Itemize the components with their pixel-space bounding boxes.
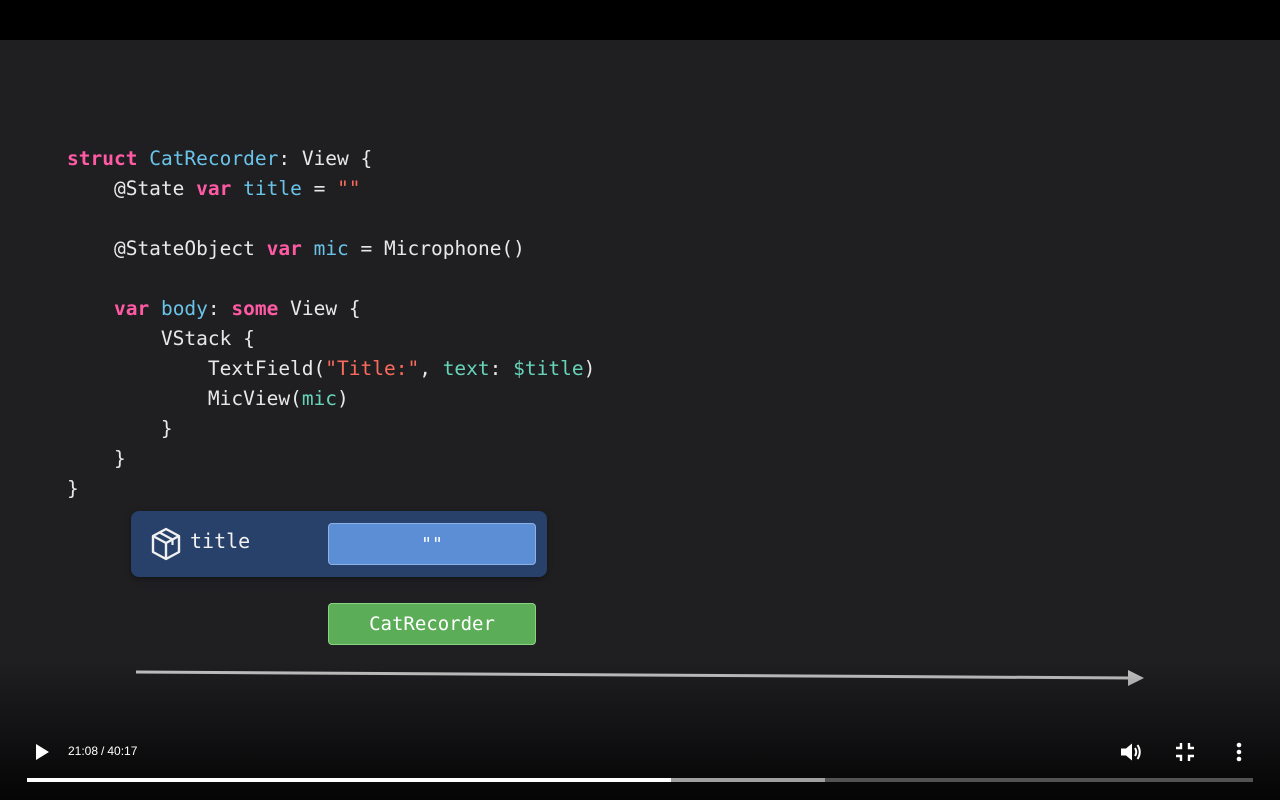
code-token: ""	[337, 177, 361, 200]
current-time: 21:08	[68, 744, 99, 758]
code-token: @StateObject	[67, 237, 267, 260]
code-token: var	[196, 177, 232, 200]
code-line: MicView(mic)	[67, 384, 595, 414]
more-vert-icon	[1236, 742, 1242, 762]
play-button[interactable]	[28, 738, 56, 766]
code-token: )	[337, 387, 349, 410]
code-line: var body: some View {	[67, 294, 595, 324]
code-line: }	[67, 474, 595, 504]
code-token: @State	[67, 177, 197, 200]
state-value-box: ""	[328, 523, 536, 565]
code-token: VStack {	[67, 327, 255, 350]
code-token: )	[583, 357, 596, 380]
progress-bar[interactable]	[27, 778, 1253, 782]
code-token: MicView(	[67, 387, 302, 410]
code-token: body	[160, 297, 208, 320]
duration: 40:17	[107, 744, 138, 758]
volume-button[interactable]	[1118, 739, 1144, 765]
code-token: =	[301, 177, 338, 200]
code-token: }	[67, 477, 79, 500]
code-token: $title	[513, 357, 584, 380]
code-token: var	[266, 237, 302, 260]
progress-played	[27, 778, 671, 782]
code-token: title	[243, 177, 302, 200]
code-token: }	[67, 447, 126, 470]
code-token: :	[489, 357, 514, 380]
code-token: CatRecorder	[149, 147, 279, 170]
time-separator: /	[101, 744, 105, 758]
code-token: struct	[67, 147, 138, 170]
code-line: VStack {	[67, 324, 595, 354]
state-name-label: title	[190, 529, 251, 553]
view-instance-box: CatRecorder	[328, 603, 536, 645]
code-line: }	[67, 444, 595, 474]
code-token: View {	[278, 297, 361, 320]
code-token: ,	[419, 357, 443, 380]
code-line: @StateObject var mic = Microphone()	[67, 234, 595, 264]
code-line: TextField("Title:", text: $title)	[67, 354, 595, 384]
volume-icon	[1121, 743, 1141, 761]
code-token: mic	[301, 387, 338, 410]
code-token: = Microphone()	[348, 237, 525, 260]
exit-fullscreen-button[interactable]	[1172, 739, 1198, 765]
code-token: : View {	[278, 147, 373, 170]
state-storage-box: title ""	[131, 511, 547, 577]
code-line: @State var title = ""	[67, 174, 595, 204]
exit-fullscreen-icon	[1176, 743, 1194, 761]
code-token: some	[231, 297, 279, 320]
code-token: :	[207, 297, 232, 320]
code-token: text	[442, 357, 490, 380]
time-display: 21:08/40:17	[68, 744, 137, 758]
box-icon	[151, 527, 181, 561]
code-token: TextField(	[67, 357, 326, 380]
more-options-button[interactable]	[1226, 739, 1252, 765]
code-token: }	[67, 417, 173, 440]
code-token: var	[113, 297, 150, 320]
code-token: "Title:"	[325, 357, 420, 380]
code-token: mic	[313, 237, 349, 260]
code-line: struct CatRecorder: View {	[67, 144, 595, 174]
code-line: }	[67, 414, 595, 444]
play-icon	[36, 744, 49, 760]
code-listing: struct CatRecorder: View { @State var ti…	[67, 144, 595, 504]
